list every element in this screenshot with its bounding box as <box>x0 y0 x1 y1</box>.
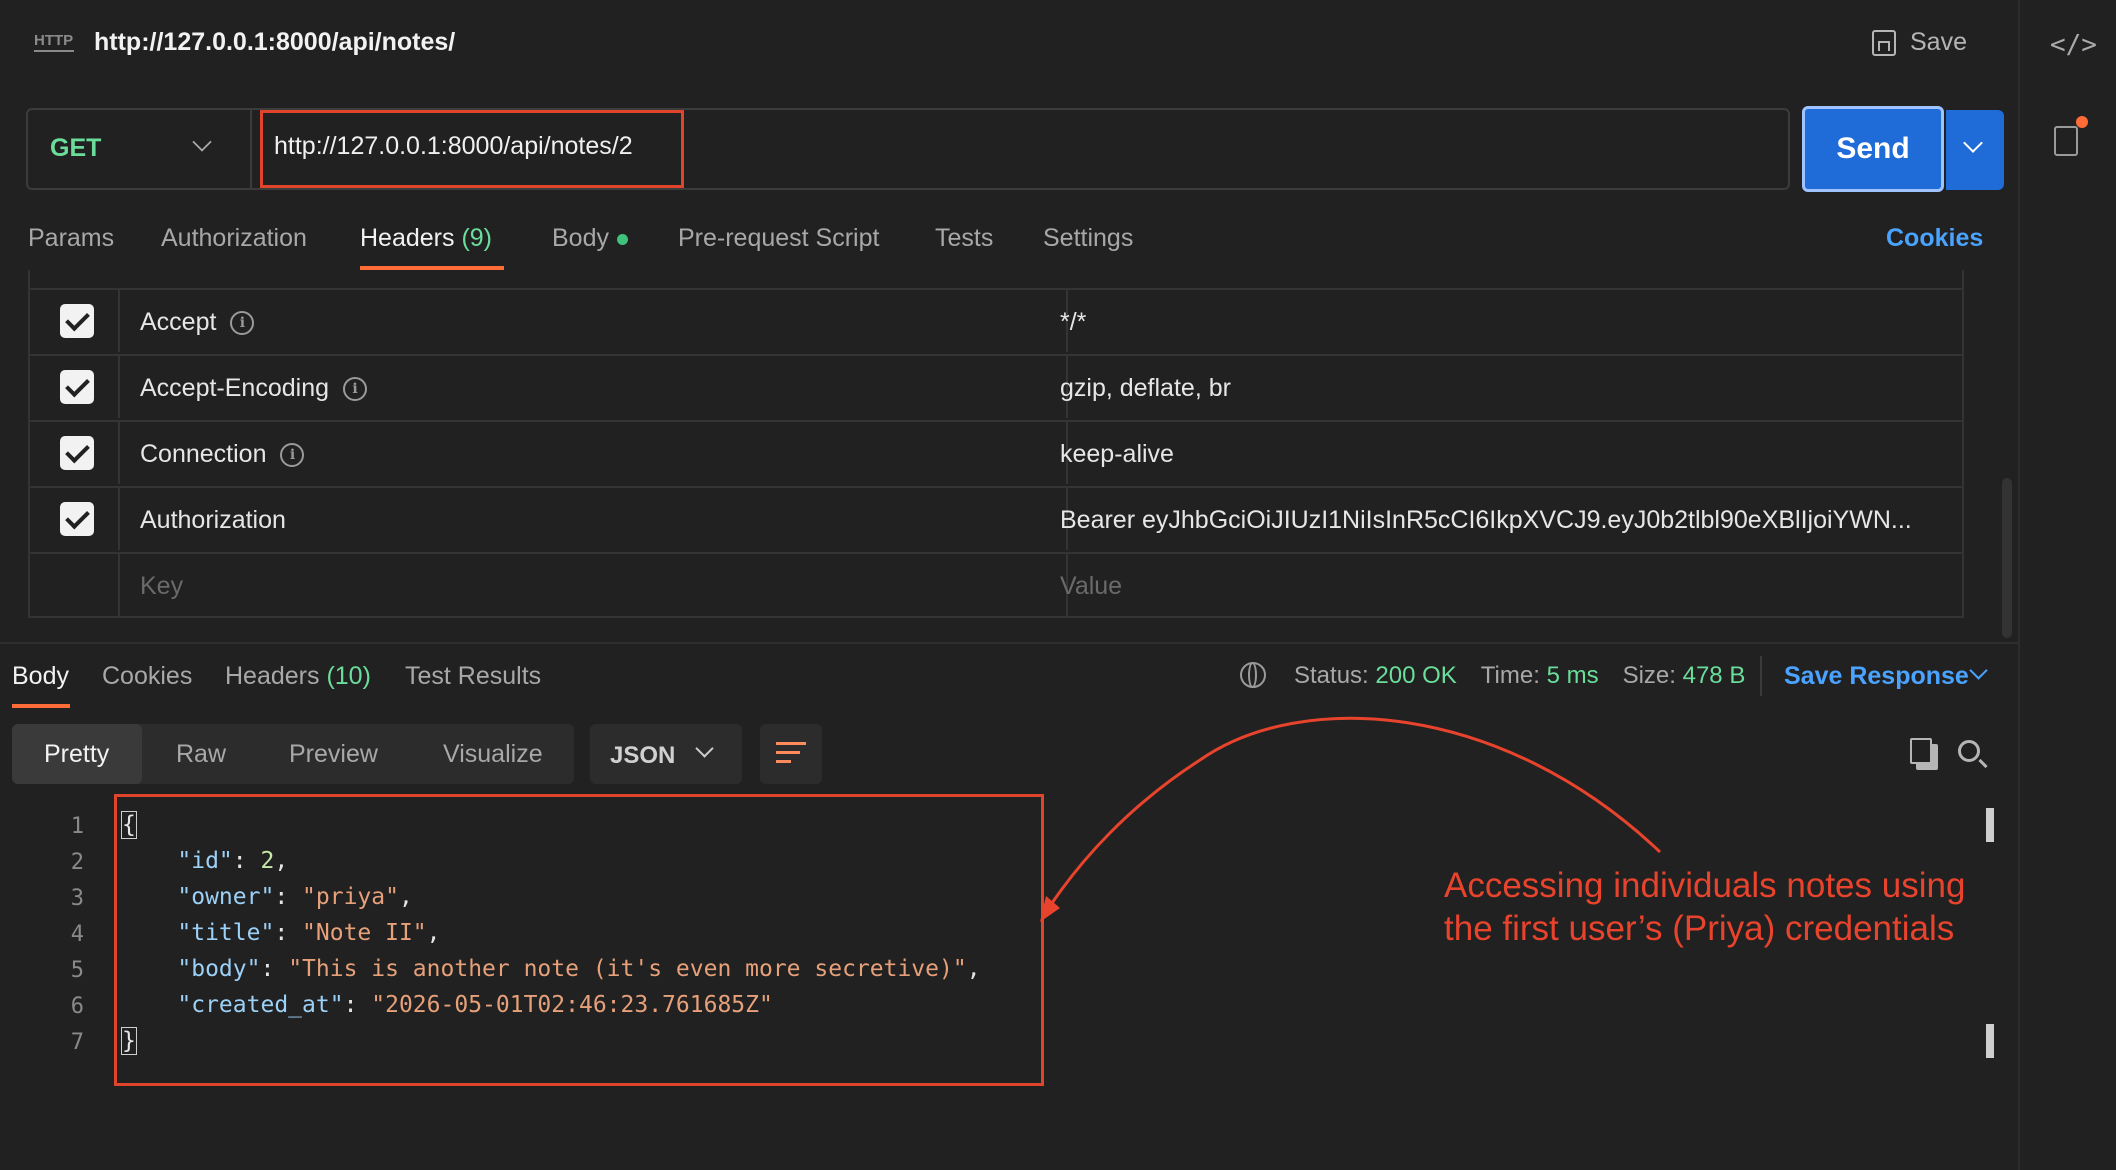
annotation-arrow <box>1040 716 1662 922</box>
annotation-line-2: the first user’s (Priya) credentials <box>1444 909 1955 948</box>
annotation-line-1: Accessing individuals notes using <box>1444 866 1966 905</box>
annotation-text: Accessing individuals notes using the fi… <box>1444 864 1965 950</box>
